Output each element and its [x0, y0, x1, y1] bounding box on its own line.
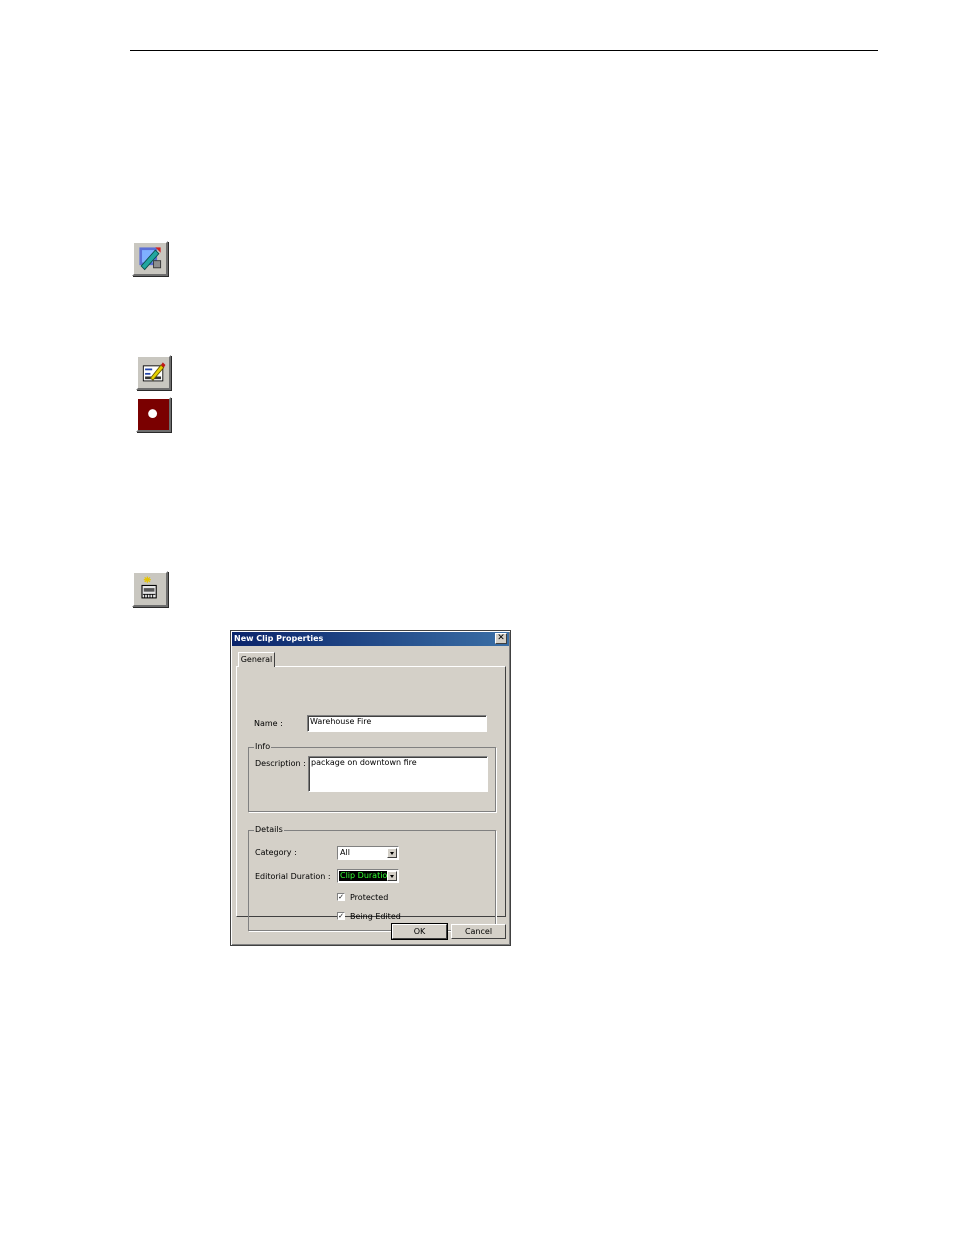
edit-tools-icon	[139, 247, 162, 271]
category-select[interactable]: All	[337, 846, 399, 860]
info-group-label: Info	[254, 742, 272, 752]
details-group-label: Details	[254, 825, 284, 835]
record-button[interactable]	[136, 397, 171, 432]
editorial-duration-value: Clip Duration	[339, 871, 394, 881]
edit-properties-icon	[142, 362, 166, 382]
dialog-title-bar[interactable]: New Clip Properties ✕	[232, 632, 509, 646]
description-field[interactable]: package on downtown fire	[308, 756, 488, 792]
general-tab-panel: Name : Warehouse Fire Info Description :…	[236, 666, 506, 931]
editorial-duration-select[interactable]: Clip Duration	[337, 869, 399, 883]
header-rule	[130, 50, 878, 51]
record-icon	[148, 409, 158, 419]
being-edited-checkbox[interactable]: ✓	[337, 912, 345, 920]
dialog-title: New Clip Properties	[234, 634, 324, 643]
tab-general[interactable]: General	[238, 652, 275, 667]
new-clip-properties-dialog: New Clip Properties ✕ General Name : War…	[230, 630, 511, 946]
close-icon: ✕	[497, 633, 505, 643]
new-clip-icon	[141, 576, 157, 599]
name-field[interactable]: Warehouse Fire	[307, 715, 487, 732]
ok-button[interactable]: OK	[391, 923, 448, 940]
protected-label: Protected	[350, 893, 389, 902]
cancel-button[interactable]: Cancel	[451, 924, 506, 939]
description-label: Description :	[255, 759, 306, 768]
editorial-duration-label: Editorial Duration :	[255, 872, 331, 881]
chevron-down-icon[interactable]	[387, 848, 397, 858]
close-button[interactable]: ✕	[495, 633, 507, 644]
edit-properties-button[interactable]	[136, 355, 171, 390]
edit-tools-button[interactable]	[132, 241, 168, 276]
category-value: All	[340, 848, 350, 857]
new-clip-button[interactable]	[132, 571, 168, 607]
category-label: Category :	[255, 848, 297, 857]
being-edited-label: Being Edited	[350, 912, 401, 921]
details-group: Details Category : All Editorial Duratio…	[248, 825, 496, 931]
name-label: Name :	[254, 719, 283, 728]
protected-checkbox[interactable]: ✓	[337, 893, 345, 901]
info-group: Info Description : package on downtown f…	[248, 742, 496, 812]
chevron-down-icon[interactable]	[387, 871, 397, 881]
